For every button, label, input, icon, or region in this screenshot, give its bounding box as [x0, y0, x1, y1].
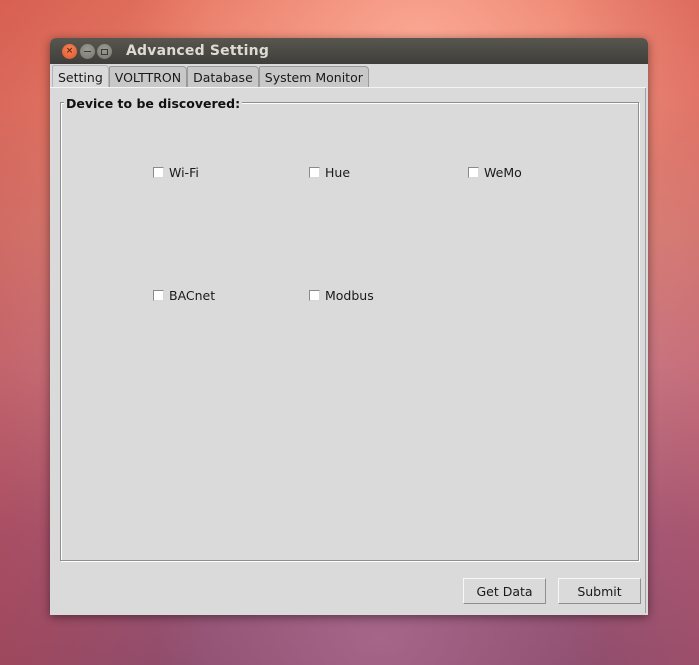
- title-bar[interactable]: × Advanced Setting: [50, 38, 648, 64]
- checkbox-label: Hue: [325, 165, 351, 180]
- advanced-setting-window: × Advanced Setting Setting VOLTTRON Data…: [50, 38, 648, 615]
- maximize-button[interactable]: [97, 44, 112, 59]
- maximize-icon: [101, 48, 108, 55]
- checkbox-wifi[interactable]: Wi-Fi: [153, 165, 199, 180]
- close-button[interactable]: ×: [62, 44, 77, 59]
- checkbox-label: BACnet: [169, 288, 216, 303]
- close-icon: ×: [65, 46, 74, 56]
- checkbox-box[interactable]: [309, 290, 320, 301]
- tab-system-monitor[interactable]: System Monitor: [258, 66, 369, 87]
- minimize-button[interactable]: [80, 44, 95, 59]
- tab-database[interactable]: Database: [187, 66, 259, 87]
- checkbox-box[interactable]: [468, 167, 479, 178]
- checkbox-hue[interactable]: Hue: [309, 165, 350, 180]
- tab-divider: [50, 87, 646, 88]
- tab-bar: Setting VOLTTRON Database System Monitor: [52, 65, 369, 88]
- tab-setting[interactable]: Setting: [52, 65, 109, 88]
- checkbox-label: WeMo: [484, 165, 522, 180]
- checkbox-modbus[interactable]: Modbus: [309, 288, 374, 303]
- tab-volttron[interactable]: VOLTTRON: [108, 66, 188, 87]
- submit-button[interactable]: Submit: [558, 578, 641, 604]
- checkbox-box[interactable]: [153, 167, 164, 178]
- group-title: Device to be discovered:: [64, 96, 243, 111]
- checkbox-label: Wi-Fi: [169, 165, 199, 180]
- panel-border: [645, 88, 646, 613]
- minimize-icon: [84, 50, 91, 53]
- checkbox-label: Modbus: [325, 288, 374, 303]
- get-data-button[interactable]: Get Data: [463, 578, 546, 604]
- window-title: Advanced Setting: [126, 43, 270, 59]
- checkbox-box[interactable]: [153, 290, 164, 301]
- checkbox-wemo[interactable]: WeMo: [468, 165, 522, 180]
- checkbox-bacnet[interactable]: BACnet: [153, 288, 215, 303]
- checkbox-box[interactable]: [309, 167, 320, 178]
